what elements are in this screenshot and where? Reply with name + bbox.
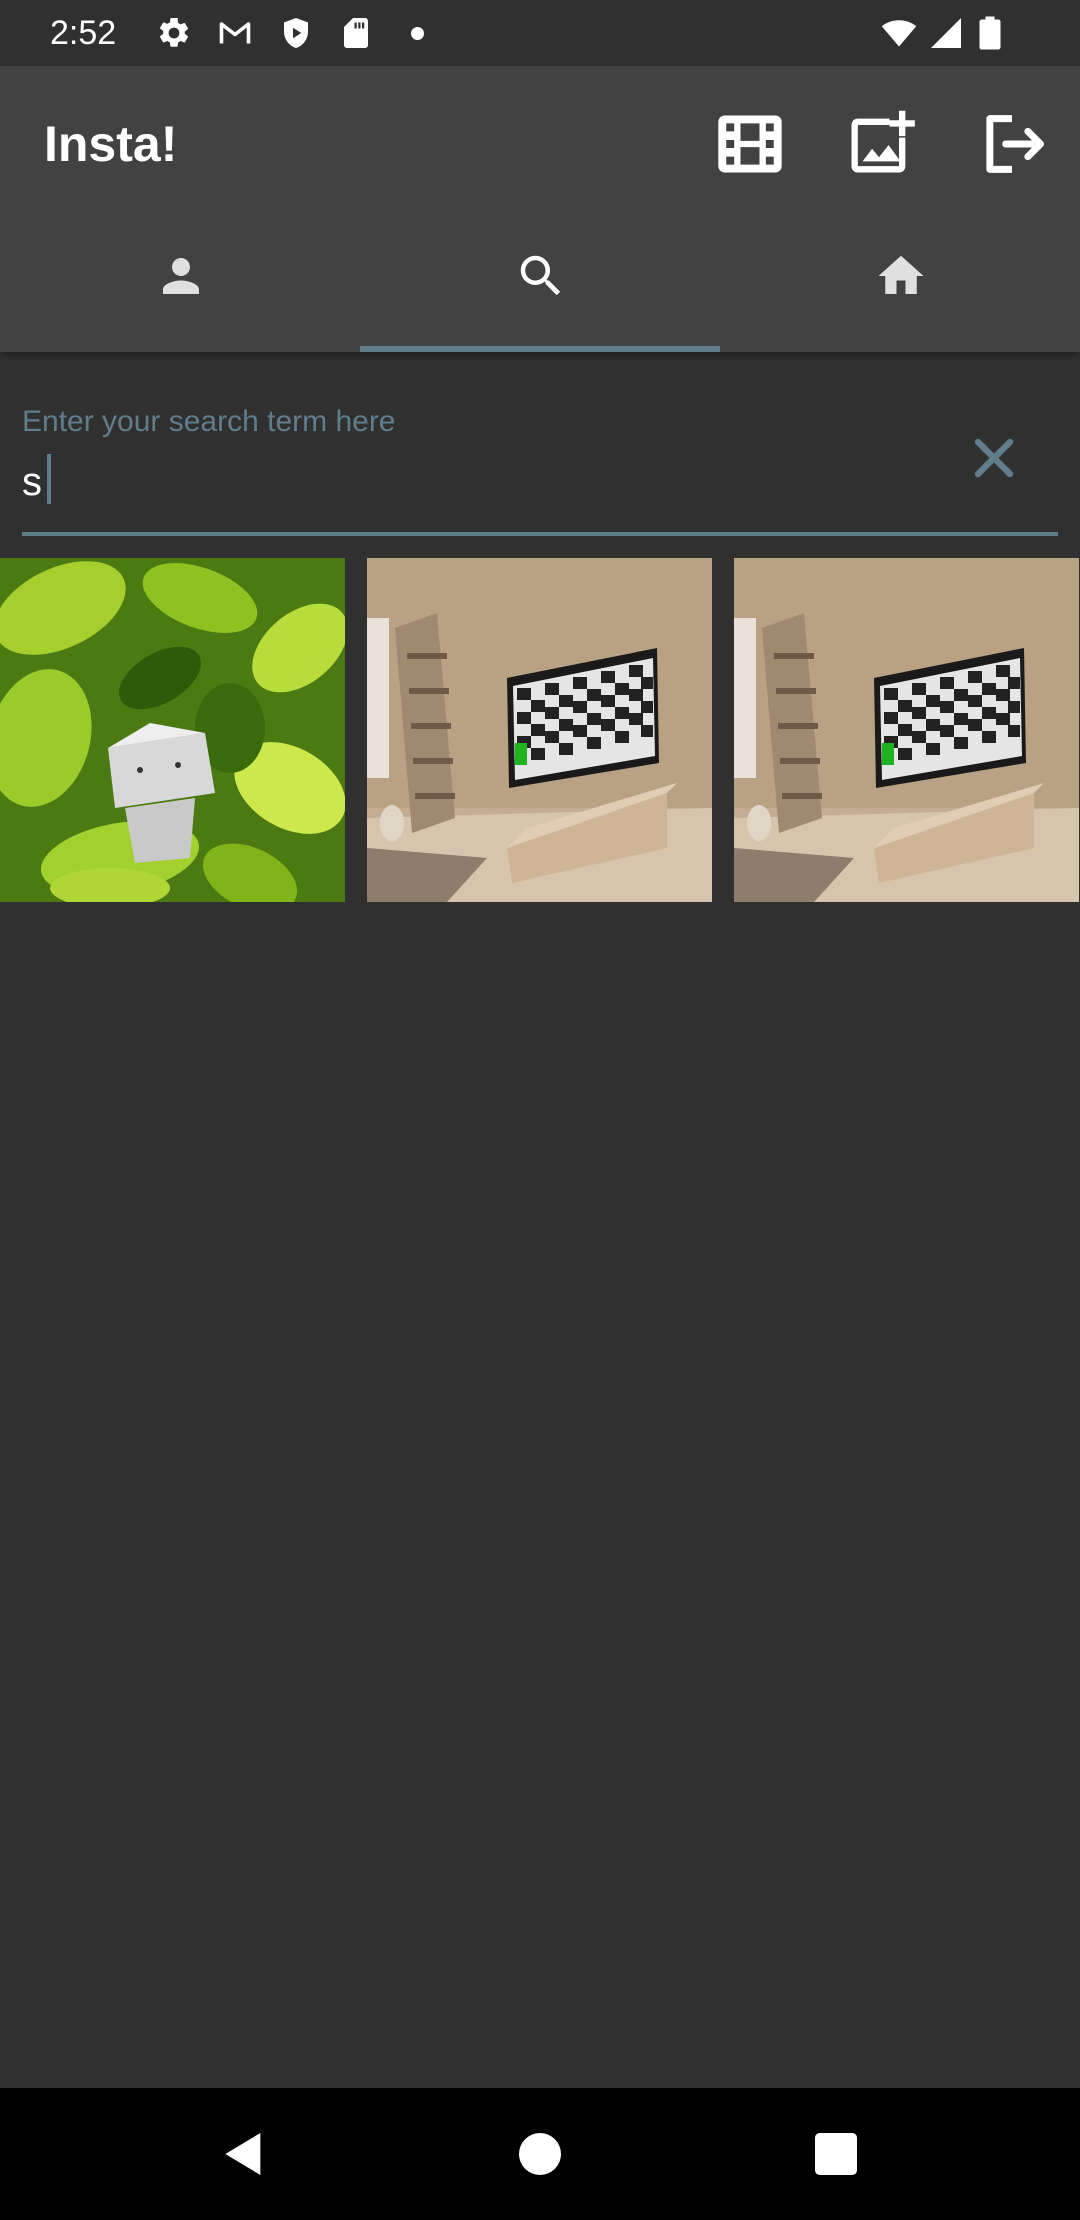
battery-icon <box>976 15 1004 51</box>
search-field[interactable]: Enter your search term here <box>22 400 1058 538</box>
search-icon <box>520 255 561 296</box>
person-icon <box>163 258 199 294</box>
tab-search[interactable] <box>360 214 720 352</box>
film-button[interactable] <box>712 106 788 182</box>
sd-card-icon <box>338 15 374 51</box>
wifi-icon <box>878 15 920 51</box>
tab-home[interactable] <box>720 214 1080 352</box>
search-label: Enter your search term here <box>22 405 396 438</box>
home-button[interactable] <box>512 2126 568 2182</box>
logout-button[interactable] <box>974 106 1050 182</box>
add-photo-icon <box>851 110 915 173</box>
logout-icon <box>986 115 1044 173</box>
search-underline <box>22 532 1058 536</box>
gmail-icon <box>214 15 256 51</box>
home-circle-icon <box>519 2133 561 2175</box>
recents-icon <box>815 2133 857 2175</box>
search-input[interactable] <box>22 452 922 512</box>
tab-profile[interactable] <box>0 214 360 352</box>
clear-search-button[interactable] <box>962 426 1026 490</box>
result-image-room-1[interactable] <box>367 558 712 902</box>
tab-indicator <box>360 346 720 352</box>
result-image-leaves[interactable] <box>0 558 345 902</box>
status-bar: 2:52 <box>0 0 1080 66</box>
room-photo <box>734 558 1079 902</box>
back-icon <box>225 2133 261 2175</box>
gear-icon <box>156 15 192 51</box>
app-bar: Insta! <box>0 66 1080 352</box>
back-button[interactable] <box>216 2126 272 2182</box>
status-time: 2:52 <box>50 14 117 52</box>
system-nav-bar <box>0 2088 1080 2220</box>
app-title: Insta! <box>44 116 178 172</box>
text-caret <box>47 454 51 504</box>
home-icon <box>878 255 924 294</box>
shield-play-icon <box>278 15 314 51</box>
close-icon <box>974 438 1014 478</box>
film-icon <box>718 115 782 173</box>
room-photo <box>367 558 712 902</box>
recents-button[interactable] <box>808 2126 864 2182</box>
leaves-photo <box>0 558 345 902</box>
add-photo-button[interactable] <box>842 106 918 182</box>
signal-icon <box>928 15 964 51</box>
result-image-room-2[interactable] <box>734 558 1079 902</box>
notification-dot <box>411 27 424 40</box>
